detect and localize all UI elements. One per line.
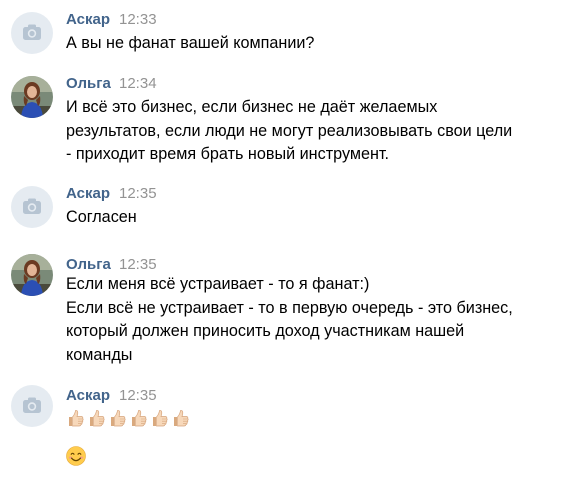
- message-line: результатов, если люди не могут реализов…: [66, 121, 513, 140]
- message-text: Если меня всё устраивает - то я фанат:) Е…: [66, 273, 513, 367]
- message-author[interactable]: Ольга: [66, 75, 111, 92]
- chat-history: Аскар 12:33 А вы не фанат вашей компании…: [0, 0, 577, 480]
- avatar[interactable]: [11, 76, 53, 118]
- emoji-row: [66, 408, 190, 428]
- thumbs-up-icon: [153, 410, 168, 427]
- thumbs-up-icon: [69, 410, 84, 427]
- message-time[interactable]: 12:35: [119, 256, 157, 273]
- thumbs-up-icon: [132, 410, 147, 427]
- user-photo: [11, 76, 53, 118]
- thumbs-up-icon: [174, 410, 189, 427]
- message-time[interactable]: 12:33: [119, 11, 157, 28]
- message-author[interactable]: Аскар: [66, 185, 110, 202]
- message-time[interactable]: 12:34: [119, 75, 157, 92]
- message-time[interactable]: 12:35: [119, 387, 157, 404]
- message-text: Согласен: [66, 206, 137, 230]
- smiling-face-icon: [66, 446, 86, 466]
- message-line: который должен приносить доход участника…: [66, 322, 465, 340]
- message-line: Если всё не устраивает - то в первую оче…: [66, 298, 513, 317]
- avatar[interactable]: [11, 12, 53, 54]
- camera-placeholder-icon: [23, 198, 41, 214]
- avatar[interactable]: [11, 186, 53, 228]
- message-line: - приходит время брать новый инструмент.: [66, 145, 390, 163]
- message-author[interactable]: Аскар: [66, 11, 110, 28]
- message-line: команды: [66, 345, 133, 364]
- thumbs-up-icon: [111, 410, 126, 427]
- camera-placeholder-icon: [23, 397, 41, 413]
- message-text: А вы не фанат вашей компании?: [66, 32, 314, 56]
- message-author[interactable]: Аскар: [66, 387, 110, 404]
- message-line: Если меня всё устраивает - то я фанат:): [66, 275, 370, 293]
- message-line: И всё это бизнес, если бизнес не даёт же…: [66, 98, 438, 116]
- message-line: А вы не фанат вашей компании?: [66, 34, 315, 52]
- camera-placeholder-icon: [23, 24, 41, 40]
- message-time[interactable]: 12:35: [119, 185, 157, 202]
- message-line: Согласен: [66, 208, 137, 226]
- avatar[interactable]: [11, 254, 53, 296]
- user-photo: [11, 254, 53, 296]
- message-author[interactable]: Ольга: [66, 256, 111, 273]
- message-text: И всё это бизнес, если бизнес не даёт же…: [66, 96, 512, 167]
- avatar[interactable]: [11, 385, 53, 427]
- thumbs-up-icon: [90, 410, 105, 427]
